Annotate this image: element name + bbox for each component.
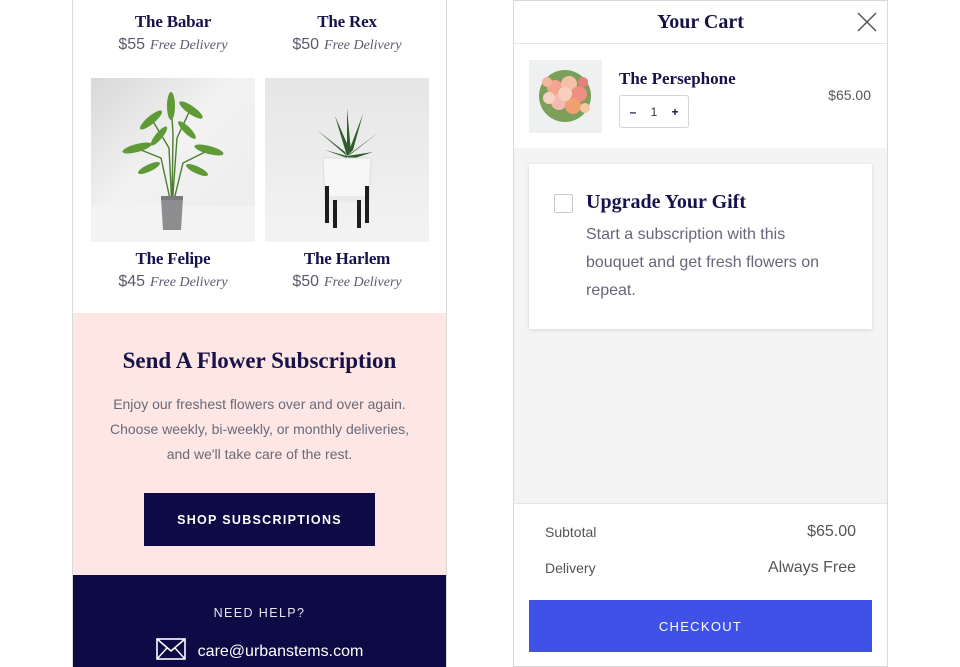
cart-item-name: The Persephone xyxy=(619,69,736,88)
delivery-note: Free Delivery xyxy=(150,38,228,53)
product-price-line: $45 Free Delivery xyxy=(91,273,255,291)
product-price-line: $50 Free Delivery xyxy=(265,36,429,54)
product-name: The Harlem xyxy=(303,249,391,268)
delivery-value: Always Free xyxy=(767,559,856,576)
help-footer: NEED HELP? care@urbanstems.com xyxy=(73,575,446,667)
upgrade-checkbox[interactable] xyxy=(554,194,573,213)
cart-header: Your Cart xyxy=(514,1,887,44)
delivery-label: Delivery xyxy=(545,560,596,576)
subtotal-value: $65.00 xyxy=(807,523,856,540)
support-email-link[interactable]: care@urbanstems.com xyxy=(73,638,446,665)
upgrade-gift-card: Upgrade Your Gift Start a subscription w… xyxy=(529,164,872,329)
delivery-note: Free Delivery xyxy=(324,275,402,290)
product-price-line: $50 Free Delivery xyxy=(265,273,429,291)
subtotal-row: Subtotal $65.00 xyxy=(545,523,856,541)
product-price: $50 xyxy=(292,273,320,290)
subscription-title: Send A Flower Subscription xyxy=(122,348,397,373)
cart-item-price: $65.00 xyxy=(828,87,871,103)
product-name: The Babar xyxy=(134,12,212,31)
product-card[interactable]: The Rex $50 Free Delivery xyxy=(265,12,429,54)
quantity-stepper: – 1 + xyxy=(619,95,689,128)
envelope-icon xyxy=(155,638,186,665)
increment-button[interactable]: + xyxy=(668,105,682,119)
product-name: The Rex xyxy=(317,12,377,31)
bouquet-thumbnail xyxy=(529,60,602,133)
product-image-succulent[interactable] xyxy=(265,78,429,242)
product-card[interactable]: The Felipe $45 Free Delivery xyxy=(91,78,255,291)
need-help-heading: NEED HELP? xyxy=(213,606,306,620)
cart-totals: Subtotal $65.00 Delivery Always Free CHE… xyxy=(514,503,887,666)
product-price: $55 xyxy=(118,36,146,53)
product-price-line: $55 Free Delivery xyxy=(91,36,255,54)
delivery-note: Free Delivery xyxy=(324,38,402,53)
subtotal-label: Subtotal xyxy=(545,524,597,540)
product-card[interactable]: The Harlem $50 Free Delivery xyxy=(265,78,429,291)
shop-subscriptions-button[interactable]: SHOP SUBSCRIPTIONS xyxy=(144,493,375,546)
decrement-button[interactable]: – xyxy=(626,105,640,119)
product-name: The Felipe xyxy=(135,249,211,268)
product-price: $45 xyxy=(118,273,146,290)
product-listing-screen: The Babar $55 Free Delivery The Rex $50 Fr… xyxy=(72,0,447,667)
subscription-description: Enjoy our freshest flowers over and over… xyxy=(109,396,410,462)
cart-title: Your Cart xyxy=(657,11,744,33)
cart-line-item: The Persephone – 1 + $65.00 xyxy=(514,44,887,148)
checkout-button[interactable]: CHECKOUT xyxy=(529,600,872,652)
delivery-note: Free Delivery xyxy=(150,275,228,290)
subscription-promo: Send A Flower Subscription Enjoy our fre… xyxy=(73,313,446,575)
product-image-palm[interactable] xyxy=(91,78,255,242)
delivery-row: Delivery Always Free xyxy=(545,559,856,577)
support-email: care@urbanstems.com xyxy=(197,642,364,660)
close-icon[interactable] xyxy=(857,12,877,32)
upgrade-description: Start a subscription with this bouquet a… xyxy=(586,226,820,299)
cart-screen: Your Cart The Persephone – 1 + $65.00 Up… xyxy=(513,0,888,667)
product-price: $50 xyxy=(292,36,320,53)
product-card[interactable]: The Babar $55 Free Delivery xyxy=(91,12,255,54)
upgrade-title: Upgrade Your Gift xyxy=(586,191,746,213)
quantity-value: 1 xyxy=(650,104,658,119)
